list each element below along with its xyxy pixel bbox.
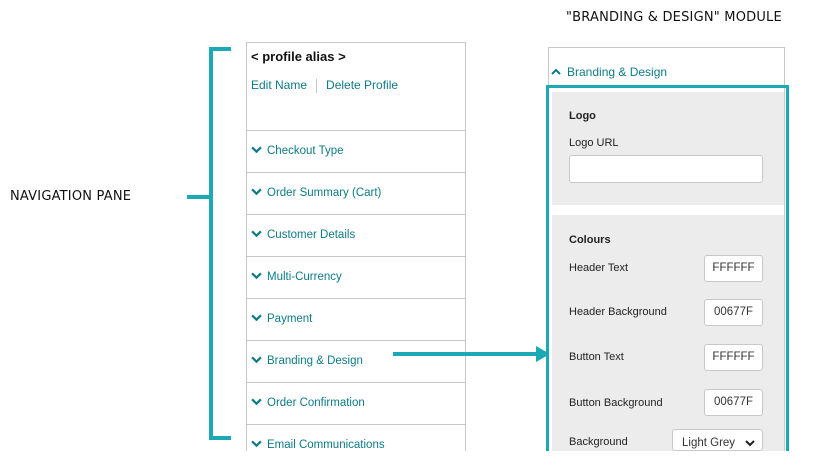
- chevron-down-icon: [251, 356, 262, 364]
- nav-item-payment[interactable]: Payment: [247, 298, 465, 340]
- profile-alias: < profile alias >: [251, 49, 346, 64]
- nav-item-label: Payment: [267, 313, 313, 325]
- pointer-arrow-line: [393, 352, 539, 356]
- module-highlight-box: [546, 85, 789, 451]
- nav-item-order-confirmation[interactable]: Order Confirmation: [247, 382, 465, 424]
- edit-name-link[interactable]: Edit Name: [251, 78, 307, 92]
- chevron-down-icon: [251, 230, 262, 238]
- nav-item-label: Order Summary (Cart): [267, 187, 382, 199]
- chevron-down-icon: [251, 272, 262, 280]
- nav-pane-bracket: [209, 47, 213, 440]
- nav-pane-annotation: NAVIGATION PANE: [10, 189, 132, 204]
- delete-profile-link[interactable]: Delete Profile: [326, 78, 398, 92]
- nav-pane-bracket-top: [209, 47, 231, 51]
- module-header-label: Branding & Design: [567, 65, 668, 79]
- nav-item-label: Multi-Currency: [267, 271, 342, 283]
- nav-item-label: Order Confirmation: [267, 397, 365, 409]
- nav-item-email-communications[interactable]: Email Communications: [247, 424, 465, 466]
- navigation-pane: < profile alias > Edit Name Delete Profil…: [246, 42, 466, 451]
- nav-item-label: Customer Details: [267, 229, 356, 241]
- nav-item-checkout-type[interactable]: Checkout Type: [247, 130, 465, 172]
- nav-item-order-summary[interactable]: Order Summary (Cart): [247, 172, 465, 214]
- nav-item-label: Checkout Type: [267, 145, 344, 157]
- nav-pane-bracket-bottom: [209, 436, 231, 440]
- chevron-down-icon: [251, 188, 262, 196]
- chevron-down-icon: [251, 440, 262, 448]
- nav-pane-bracket-pointer: [187, 195, 213, 199]
- nav-item-branding-design[interactable]: Branding & Design: [247, 340, 465, 382]
- module-title-annotation: "BRANDING & DESIGN" MODULE: [566, 10, 782, 25]
- link-divider: [316, 78, 318, 93]
- chevron-down-icon: [251, 398, 262, 406]
- nav-item-multi-currency[interactable]: Multi-Currency: [247, 256, 465, 298]
- chevron-up-icon: [551, 68, 561, 75]
- module-header[interactable]: Branding & Design: [551, 65, 667, 79]
- profile-links: Edit Name Delete Profile: [251, 78, 398, 93]
- nav-item-customer-details[interactable]: Customer Details: [247, 214, 465, 256]
- nav-item-label: Branding & Design: [267, 355, 363, 367]
- nav-item-label: Email Communications: [267, 439, 385, 451]
- chevron-down-icon: [251, 146, 262, 154]
- chevron-down-icon: [251, 314, 262, 322]
